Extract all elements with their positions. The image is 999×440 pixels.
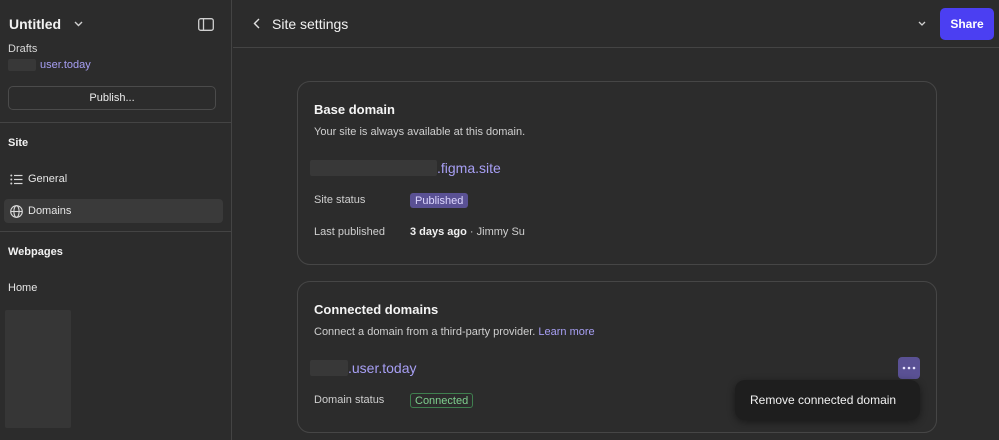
sidebar-header: Untitled — [0, 0, 231, 48]
chevron-down-icon[interactable] — [71, 17, 85, 31]
card-title: Connected domains — [314, 302, 439, 317]
context-menu: Remove connected domain — [735, 380, 920, 420]
chevron-down-icon[interactable] — [915, 17, 929, 31]
last-published-author: · Jimmy Su — [466, 226, 525, 238]
redacted-block — [310, 160, 437, 176]
sidebar: Untitled Drafts user.today Publish... Si… — [0, 0, 232, 440]
card-subtitle-text: Connect a domain from a third-party prov… — [314, 326, 536, 338]
menu-item-remove-connected-domain[interactable]: Remove connected domain — [750, 393, 896, 407]
page-thumbnail[interactable] — [5, 310, 71, 428]
last-published-label: Last published — [314, 226, 385, 238]
redacted-block — [310, 360, 348, 376]
site-section-title: Site — [8, 137, 29, 149]
connected-domain-link[interactable]: .user.today — [348, 360, 417, 376]
divider — [0, 231, 232, 232]
user-url-link[interactable]: user.today — [40, 59, 91, 71]
base-domain-card: Base domain Your site is always availabl… — [297, 81, 937, 265]
drafts-label: Drafts — [8, 43, 38, 55]
site-status-label: Site status — [314, 194, 366, 206]
sidebar-item-general[interactable]: General — [4, 167, 223, 191]
publish-button[interactable]: Publish... — [8, 86, 216, 110]
base-domain-link[interactable]: .figma.site — [437, 160, 501, 176]
status-badge: Published — [410, 193, 469, 208]
last-published-time: 3 days ago — [410, 226, 467, 238]
base-domain-row: .figma.site — [310, 160, 501, 176]
divider — [0, 122, 232, 123]
page-item-home[interactable]: Home — [8, 282, 37, 294]
sidebar-item-domains[interactable]: Domains — [4, 199, 223, 223]
status-badge: Connected — [410, 393, 474, 408]
topbar: Site settings Share — [233, 0, 999, 48]
globe-icon — [9, 204, 23, 218]
redacted-block — [8, 59, 36, 71]
sidebar-toggle-icon[interactable] — [197, 17, 215, 31]
learn-more-link[interactable]: Learn more — [538, 326, 594, 338]
list-icon — [9, 172, 23, 186]
card-subtitle: Your site is always available at this do… — [314, 126, 526, 138]
sidebar-item-label: General — [28, 173, 68, 185]
user-url-row: user.today — [8, 59, 91, 71]
back-arrow-icon[interactable] — [249, 17, 263, 31]
more-options-button[interactable] — [898, 357, 920, 379]
connected-domain-row: .user.today — [310, 360, 417, 376]
last-published-value: 3 days ago · Jimmy Su — [410, 226, 525, 238]
more-icon — [902, 366, 916, 370]
card-title: Base domain — [314, 102, 395, 117]
file-name[interactable]: Untitled — [9, 16, 61, 32]
page-title: Site settings — [272, 15, 349, 32]
share-button[interactable]: Share — [940, 7, 994, 40]
webpages-section-title: Webpages — [8, 246, 63, 258]
domain-status-label: Domain status — [314, 394, 385, 406]
card-subtitle: Connect a domain from a third-party prov… — [314, 326, 595, 338]
sidebar-item-label: Domains — [28, 205, 72, 217]
